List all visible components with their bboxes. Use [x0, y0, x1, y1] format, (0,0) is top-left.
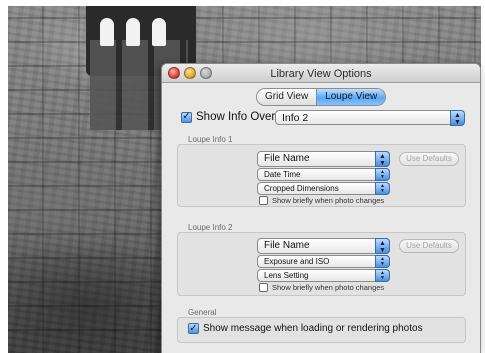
loupe-info-2-field-2-select[interactable]: Exposure and ISO ▲ ▼ — [257, 255, 390, 268]
loupe-info-1-field-3-value: Cropped Dimensions — [264, 184, 339, 193]
loupe-info-2-field-1-select[interactable]: File Name ▲ ▼ — [257, 238, 390, 254]
loupe-info-1-brief-checkbox[interactable] — [259, 196, 268, 205]
loupe-info-2-brief-checkbox[interactable] — [259, 283, 268, 292]
close-window-icon[interactable] — [168, 67, 180, 79]
window-light — [126, 18, 140, 46]
loupe-info-2-use-defaults-button[interactable]: Use Defaults — [399, 239, 459, 253]
loupe-info-1-field-3-select[interactable]: Cropped Dimensions ▲ ▼ — [257, 182, 390, 195]
info-overlay-select[interactable]: Info 2 ▲ ▼ — [275, 110, 465, 126]
window-light — [100, 18, 114, 46]
chevron-up-down-icon: ▲ ▼ — [375, 168, 390, 181]
view-tabs: Grid View Loupe View — [256, 88, 387, 106]
loupe-info-2-label: Loupe Info 2 — [188, 223, 233, 232]
general-label: General — [188, 308, 217, 317]
window-title: Library View Options — [270, 68, 372, 80]
chevron-up-down-icon: ▲ ▼ — [375, 238, 390, 254]
loupe-info-2-field-3-value: Lens Setting — [264, 271, 309, 280]
chevron-up-down-icon: ▲ ▼ — [450, 110, 465, 126]
show-info-overlay-row: Show Info Overlay — [181, 111, 290, 123]
show-message-label: Show message when loading or rendering p… — [203, 323, 423, 334]
chevron-up-down-icon: ▲ ▼ — [375, 269, 390, 282]
loupe-info-1-field-2-select[interactable]: Date Time ▲ ▼ — [257, 168, 390, 181]
chevron-up-down-icon: ▲ ▼ — [375, 182, 390, 195]
info-overlay-value: Info 2 — [282, 112, 309, 124]
loupe-info-2-brief-row: Show briefly when photo changes — [259, 283, 384, 292]
loupe-info-2-brief-label: Show briefly when photo changes — [272, 283, 385, 292]
title-bar[interactable]: Library View Options — [162, 64, 480, 83]
show-message-checkbox[interactable] — [188, 323, 199, 334]
window-light — [152, 18, 166, 46]
loupe-info-1-field-2-value: Date Time — [264, 170, 301, 179]
chevron-up-down-icon: ▲ ▼ — [375, 151, 390, 167]
loupe-info-1-brief-label: Show briefly when photo changes — [272, 196, 385, 205]
loupe-info-1-use-defaults-button[interactable]: Use Defaults — [399, 152, 459, 166]
loupe-info-2-field-2-value: Exposure and ISO — [264, 257, 330, 266]
loupe-info-2-field-3-select[interactable]: Lens Setting ▲ ▼ — [257, 269, 390, 282]
loupe-info-1-label: Loupe Info 1 — [188, 135, 233, 144]
loupe-info-1-field-1-select[interactable]: File Name ▲ ▼ — [257, 151, 390, 167]
library-view-options-dialog: Library View Options Grid View Loupe Vie… — [161, 63, 481, 353]
loupe-info-2-field-1-value: File Name — [264, 240, 310, 251]
tab-grid-view[interactable]: Grid View — [257, 89, 317, 105]
loupe-info-1-field-1-value: File Name — [264, 153, 310, 164]
tab-loupe-view[interactable]: Loupe View — [316, 89, 386, 105]
zoom-window-icon[interactable] — [200, 67, 212, 79]
loupe-info-1-brief-row: Show briefly when photo changes — [259, 196, 384, 205]
chevron-up-down-icon: ▲ ▼ — [375, 255, 390, 268]
minimize-window-icon[interactable] — [184, 67, 196, 79]
show-info-overlay-checkbox[interactable] — [181, 111, 192, 123]
show-message-row: Show message when loading or rendering p… — [188, 323, 423, 334]
